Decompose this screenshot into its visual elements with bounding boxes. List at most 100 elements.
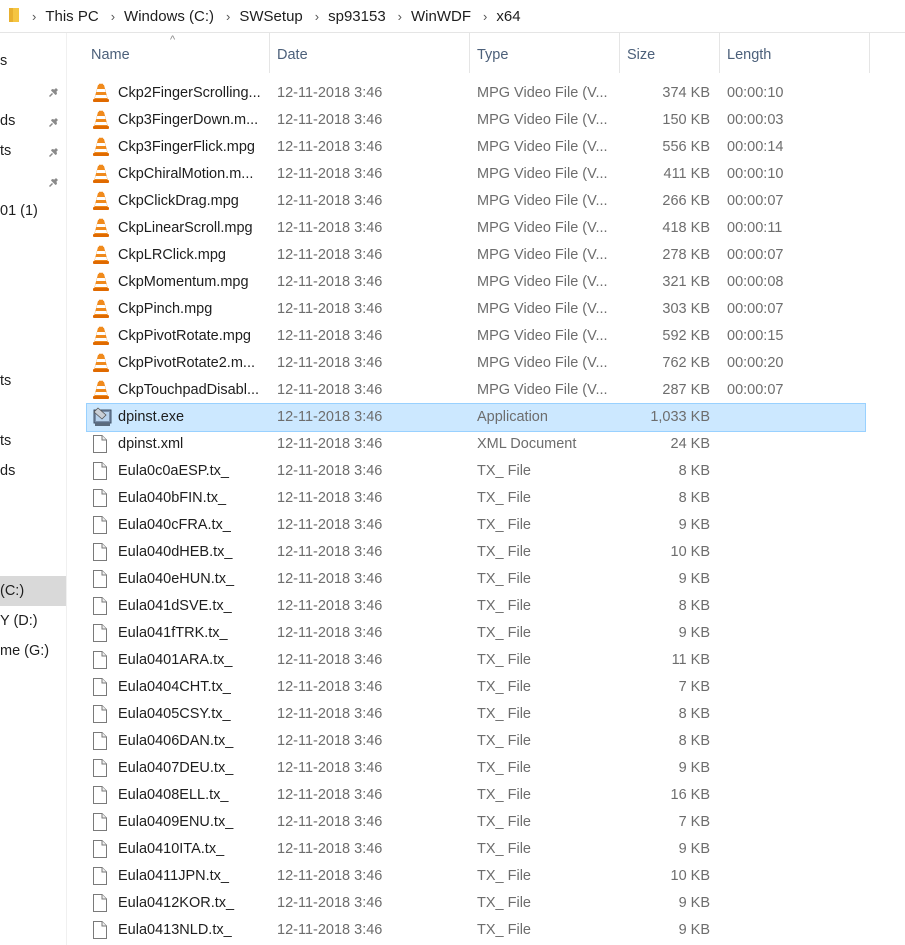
file-row[interactable]: CkpPivotRotate2.m... 12-11-2018 3:46 MPG V…: [87, 350, 865, 377]
file-row[interactable]: Eula041fTRK.tx_ 12-11-2018 3:46 TX_ File 9 …: [87, 620, 865, 647]
file-row[interactable]: CkpMomentum.mpg 12-11-2018 3:46 MPG Video …: [87, 269, 865, 296]
nav-item-label: ts: [0, 433, 12, 449]
nav-item[interactable]: s: [0, 46, 66, 76]
file-row[interactable]: Eula0408ELL.tx_ 12-11-2018 3:46 TX_ File 16…: [87, 782, 865, 809]
file-icon: [92, 674, 114, 701]
breadcrumb-item[interactable]: x64: [496, 8, 520, 25]
file-date: 12-11-2018 3:46: [277, 814, 383, 830]
file-row[interactable]: Eula0c0aESP.tx_ 12-11-2018 3:46 TX_ File 8 …: [87, 458, 865, 485]
file-row[interactable]: Eula040dHEB.tx_ 12-11-2018 3:46 TX_ File 10…: [87, 539, 865, 566]
file-row[interactable]: Eula0413NLD.tx_ 12-11-2018 3:46 TX_ File 9 …: [87, 917, 865, 944]
chevron-right-icon[interactable]: ›: [483, 9, 487, 24]
nav-item-label: ts: [0, 373, 12, 389]
pin-icon[interactable]: [48, 84, 62, 98]
file-date: 12-11-2018 3:46: [277, 382, 383, 398]
nav-item[interactable]: (C:): [0, 576, 66, 606]
file-size: 150 KB: [662, 112, 710, 128]
file-name: Eula0413NLD.tx_: [118, 922, 232, 938]
vlc-icon: [92, 107, 114, 134]
file-row[interactable]: Eula0410ITA.tx_ 12-11-2018 3:46 TX_ File 9 …: [87, 836, 865, 863]
file-row[interactable]: Ckp2FingerScrolling... 12-11-2018 3:46 MPG…: [87, 80, 865, 107]
file-row[interactable]: Eula0412KOR.tx_ 12-11-2018 3:46 TX_ File 9 …: [87, 890, 865, 917]
pin-icon[interactable]: [48, 114, 62, 128]
nav-item[interactable]: ds: [0, 456, 66, 486]
file-icon: [92, 890, 114, 917]
file-row[interactable]: Ckp3FingerDown.m... 12-11-2018 3:46 MPG Vi…: [87, 107, 865, 134]
file-row[interactable]: Eula0409ENU.tx_ 12-11-2018 3:46 TX_ File 7 …: [87, 809, 865, 836]
nav-item[interactable]: ts: [0, 366, 66, 396]
file-name: CkpLinearScroll.mpg: [118, 220, 253, 236]
file-length: 00:00:10: [727, 166, 784, 182]
chevron-right-icon[interactable]: ›: [226, 9, 230, 24]
breadcrumb-item[interactable]: Windows (C:): [124, 8, 214, 25]
breadcrumb-item[interactable]: SWSetup: [239, 8, 302, 25]
column-header-size[interactable]: Size: [620, 33, 720, 73]
file-row[interactable]: Eula0406DAN.tx_ 12-11-2018 3:46 TX_ File 8 …: [87, 728, 865, 755]
nav-item[interactable]: me (G:): [0, 636, 66, 666]
file-length: 00:00:03: [727, 112, 784, 128]
file-row[interactable]: CkpChiralMotion.m... 12-11-2018 3:46 MPG V…: [87, 161, 865, 188]
address-bar[interactable]: › This PC › Windows (C:) › SWSetup › sp93153 › Wi…: [0, 0, 905, 33]
pin-icon[interactable]: [48, 144, 62, 158]
file-row[interactable]: Eula040eHUN.tx_ 12-11-2018 3:46 TX_ File 9 …: [87, 566, 865, 593]
chevron-right-icon[interactable]: ›: [315, 9, 319, 24]
pane-divider[interactable]: [66, 33, 67, 945]
nav-item-label: (C:): [0, 583, 25, 599]
file-list[interactable]: Ckp2FingerScrolling... 12-11-2018 3:46 MPG…: [86, 80, 866, 944]
file-length: [727, 674, 807, 701]
file-row[interactable]: Eula040cFRA.tx_ 12-11-2018 3:46 TX_ File 9 …: [87, 512, 865, 539]
file-row[interactable]: Eula040bFIN.tx_ 12-11-2018 3:46 TX_ File 8 …: [87, 485, 865, 512]
file-length: 00:00:07: [727, 247, 784, 263]
file-date: 12-11-2018 3:46: [277, 679, 383, 695]
file-type: TX_ File: [477, 598, 531, 614]
file-row[interactable]: CkpClickDrag.mpg 12-11-2018 3:46 MPG Video…: [87, 188, 865, 215]
file-row[interactable]: CkpLinearScroll.mpg 12-11-2018 3:46 MPG Vi…: [87, 215, 865, 242]
chevron-right-icon[interactable]: ›: [111, 9, 115, 24]
nav-item[interactable]: 01 (1): [0, 196, 66, 226]
file-length: 00:00:08: [727, 274, 784, 290]
nav-item[interactable]: Y (D:): [0, 606, 66, 636]
file-row[interactable]: dpinst.exe 12-11-2018 3:46 Application 1,03…: [86, 403, 866, 432]
file-row[interactable]: Eula041dSVE.tx_ 12-11-2018 3:46 TX_ File 8 …: [87, 593, 865, 620]
column-header-date[interactable]: Date: [270, 33, 470, 73]
file-name: Eula041fTRK.tx_: [118, 625, 228, 641]
pin-icon[interactable]: [48, 174, 62, 188]
file-row[interactable]: CkpPivotRotate.mpg 12-11-2018 3:46 MPG Vid…: [87, 323, 865, 350]
navigation-pane[interactable]: s ds ts 01 (1) ts ts ds (C:) Y (D:) me (G:): [0, 33, 66, 945]
breadcrumb-item[interactable]: sp93153: [328, 8, 386, 25]
column-header-length[interactable]: Length: [720, 33, 870, 73]
file-row[interactable]: CkpTouchpadDisabl... 12-11-2018 3:46 MPG V…: [87, 377, 865, 404]
file-length: [727, 458, 807, 485]
chevron-right-icon[interactable]: ›: [32, 9, 36, 24]
file-type: MPG Video File (V...: [477, 328, 608, 344]
nav-item-label: 01 (1): [0, 203, 38, 219]
file-type: TX_ File: [477, 652, 531, 668]
file-row[interactable]: Ckp3FingerFlick.mpg 12-11-2018 3:46 MPG Vi…: [87, 134, 865, 161]
nav-item[interactable]: ts: [0, 426, 66, 456]
file-type: TX_ File: [477, 679, 531, 695]
file-row[interactable]: Eula0405CSY.tx_ 12-11-2018 3:46 TX_ File 8 …: [87, 701, 865, 728]
nav-item-label: me (G:): [0, 643, 50, 659]
breadcrumb-item[interactable]: This PC: [45, 8, 98, 25]
file-row[interactable]: dpinst.xml 12-11-2018 3:46 XML Document 24 …: [87, 431, 865, 458]
file-row[interactable]: Eula0401ARA.tx_ 12-11-2018 3:46 TX_ File 11…: [87, 647, 865, 674]
file-date: 12-11-2018 3:46: [277, 409, 383, 425]
column-header-name[interactable]: ^ Name: [84, 33, 270, 73]
file-date: 12-11-2018 3:46: [277, 841, 383, 857]
breadcrumb-item[interactable]: WinWDF: [411, 8, 471, 25]
file-row[interactable]: Eula0404CHT.tx_ 12-11-2018 3:46 TX_ File 7 …: [87, 674, 865, 701]
column-header-type[interactable]: Type: [470, 33, 620, 73]
file-row[interactable]: CkpLRClick.mpg 12-11-2018 3:46 MPG Video F…: [87, 242, 865, 269]
breadcrumb: › This PC › Windows (C:) › SWSetup › sp93153 › Wi…: [32, 0, 533, 32]
file-icon: [92, 863, 114, 890]
file-type: TX_ File: [477, 895, 531, 911]
file-size: 9 KB: [678, 625, 710, 641]
file-row[interactable]: CkpPinch.mpg 12-11-2018 3:46 MPG Video Fil…: [87, 296, 865, 323]
file-row[interactable]: Eula0411JPN.tx_ 12-11-2018 3:46 TX_ File 10…: [87, 863, 865, 890]
nav-item-label: Y (D:): [0, 613, 38, 629]
file-date: 12-11-2018 3:46: [277, 220, 383, 236]
file-row[interactable]: Eula0407DEU.tx_ 12-11-2018 3:46 TX_ File 9 …: [87, 755, 865, 782]
file-size: 9 KB: [678, 895, 710, 911]
chevron-right-icon[interactable]: ›: [398, 9, 402, 24]
file-type: MPG Video File (V...: [477, 112, 608, 128]
